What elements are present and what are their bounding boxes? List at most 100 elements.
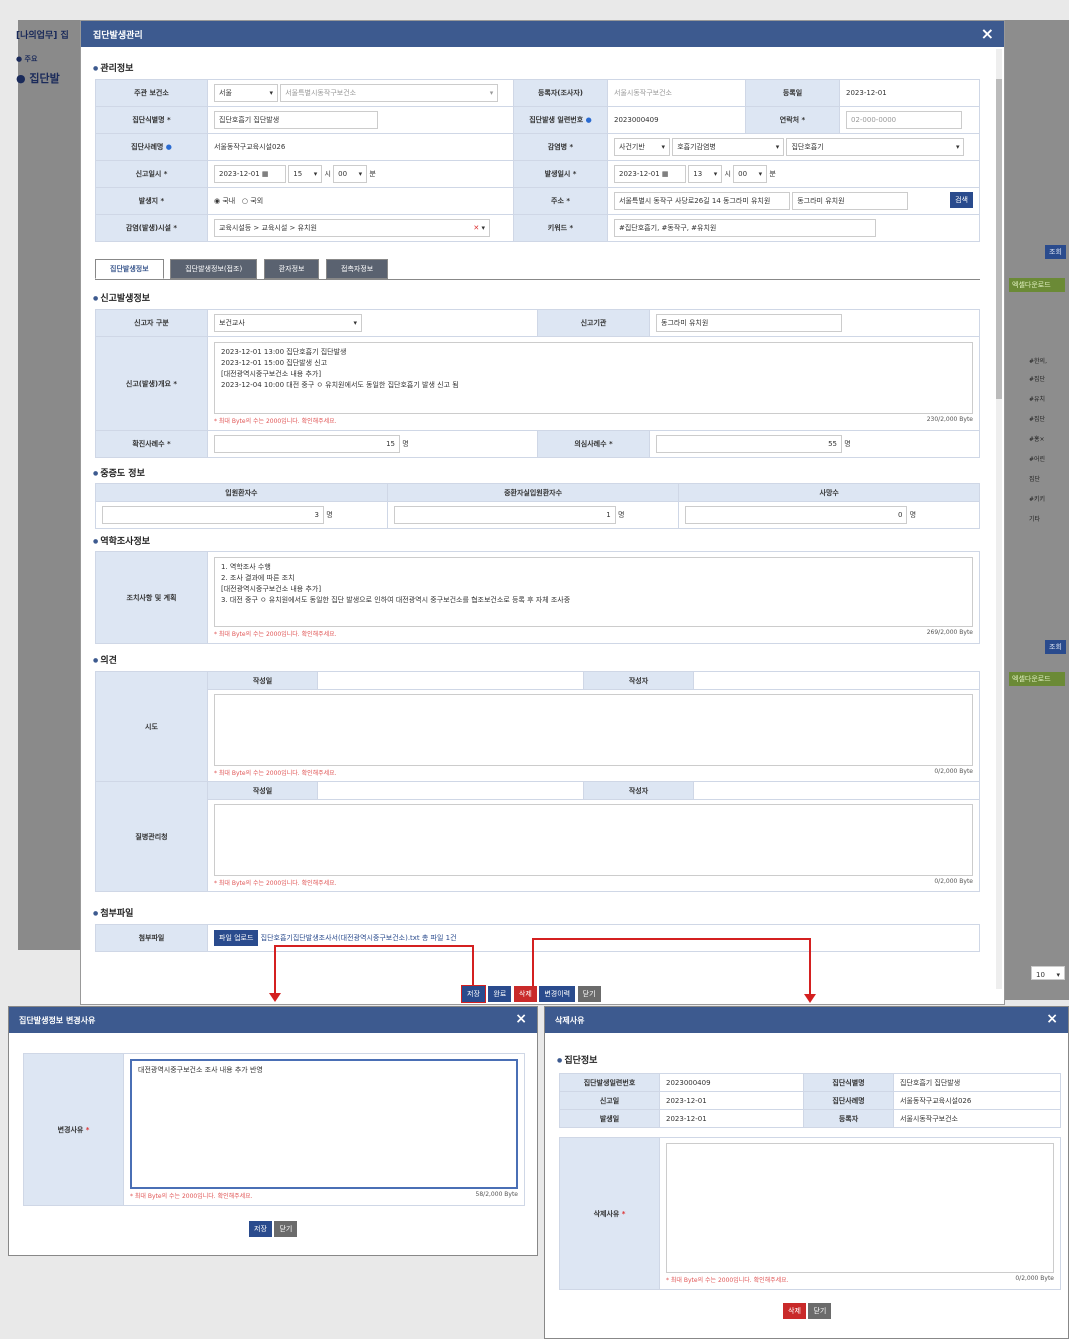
- hour-unit: 시: [324, 170, 331, 178]
- tab-group-info-contact[interactable]: 집단발생정보(접조): [170, 259, 258, 279]
- modal-scrollbar[interactable]: [996, 49, 1002, 989]
- confirmed-input[interactable]: 15: [214, 435, 400, 453]
- address-detail-input[interactable]: 동그라미 유치원: [792, 192, 909, 210]
- origin-label: 발생지 *: [95, 187, 208, 215]
- tab-contact[interactable]: 접촉자정보: [326, 259, 389, 279]
- agency-input[interactable]: 동그라미 유치원: [656, 314, 842, 332]
- history-button[interactable]: 변경이력: [539, 986, 576, 1002]
- inpatient-input[interactable]: 3: [102, 506, 324, 524]
- health-center-select[interactable]: 서울특별시동작구보건소: [280, 84, 499, 102]
- bg-sub: ● 주요: [16, 55, 38, 63]
- file-upload-button[interactable]: 파일 업로드: [214, 930, 259, 946]
- address-input[interactable]: 서울특별시 동작구 사당로26길 14 동그라미 유치원: [614, 192, 790, 210]
- death-input[interactable]: 0: [685, 506, 908, 524]
- change-reason-textarea[interactable]: 대전광역시중구보건소 조사 내용 추가 반영: [130, 1059, 518, 1189]
- delete-reason-textarea[interactable]: [666, 1143, 1054, 1273]
- delete-registrant-value: 서울시동작구보건소: [893, 1109, 1061, 1128]
- delete-occur-value: 2023-12-01: [659, 1109, 804, 1128]
- delete-report-value: 2023-12-01: [659, 1091, 804, 1110]
- facility-select[interactable]: 교육시설등 > 교육시설 > 유치원 ✕ ▾: [214, 219, 490, 237]
- bg-page-size-select[interactable]: 10: [1031, 966, 1065, 980]
- info-icon[interactable]: ●: [586, 116, 592, 124]
- arrow-down-icon: [804, 994, 816, 1003]
- close-icon[interactable]: ×: [515, 1011, 527, 1027]
- group-no-value: 2023000409: [607, 106, 746, 134]
- occur-min-select[interactable]: 00: [733, 165, 768, 183]
- close-button[interactable]: 닫기: [577, 986, 601, 1002]
- bg-search-button[interactable]: 조회: [1045, 245, 1066, 259]
- disease-select-3[interactable]: 집단호흡기: [786, 138, 965, 156]
- bg-row: 기타: [1029, 516, 1041, 523]
- section-report-title: 신고발생정보: [93, 291, 150, 304]
- report-date-input[interactable]: 2023-12-01 ▦: [214, 165, 286, 183]
- delete-button[interactable]: 삭제: [513, 986, 537, 1002]
- health-center-label: 주관 보건소: [95, 79, 208, 107]
- reporter-type-select[interactable]: 보건교사: [214, 314, 362, 332]
- change-save-button[interactable]: 저장: [249, 1221, 272, 1237]
- delete-close-button[interactable]: 닫기: [808, 1303, 832, 1319]
- disease-label: 감염병 *: [513, 133, 608, 161]
- calendar-icon[interactable]: ▦: [662, 170, 669, 178]
- info-icon[interactable]: ●: [166, 143, 172, 151]
- section-opinion-title: 의견: [93, 653, 117, 666]
- case-name-label: 집단사례명 ●: [95, 133, 208, 161]
- summary-textarea[interactable]: 2023-12-01 13:00 집단호흡기 집단발생 2023-12-01 1…: [214, 342, 973, 414]
- bg-excel-button[interactable]: 엑셀다운로드: [1009, 278, 1065, 292]
- inpatient-label: 입원환자수: [95, 483, 388, 502]
- delete-name-value: 집단호흡기 집단발생: [893, 1073, 1061, 1092]
- writer-col-label: 작성자: [583, 671, 694, 690]
- close-icon[interactable]: ×: [981, 24, 994, 43]
- case-name-label-text: 집단사례명: [131, 143, 164, 151]
- group-name-input[interactable]: 집단호흡기 집단발생: [214, 111, 378, 129]
- epi-textarea[interactable]: 1. 역학조사 수행 2. 조사 결과에 따른 조치 [대전광역시중구보건소 내…: [214, 557, 973, 627]
- epi-line: [대전광역시중구보건소 내용 추가]: [221, 585, 322, 593]
- disease-select-1[interactable]: 사건기반: [614, 138, 670, 156]
- mgmt-table: 주관 보건소 서울 서울특별시동작구보건소 등록자(조사자) 서울시동작구보건소…: [95, 79, 980, 242]
- tab-patient[interactable]: 환자정보: [263, 259, 320, 279]
- city-opinion-textarea[interactable]: [214, 694, 973, 766]
- disease-select-2[interactable]: 호흡기감염병: [672, 138, 785, 156]
- contact-input[interactable]: 02-000-0000: [846, 111, 962, 129]
- reg-date-label: 등록일: [745, 79, 840, 107]
- bg-row: #키키: [1029, 496, 1046, 503]
- region-select[interactable]: 서울: [214, 84, 278, 102]
- delete-case-value: 서울동작구교육시설026: [893, 1091, 1061, 1110]
- group-no-label: 집단발생 일련번호 ●: [513, 106, 608, 134]
- unit-label: 명: [617, 511, 625, 519]
- scrollbar-thumb[interactable]: [996, 79, 1002, 399]
- address-search-button[interactable]: 검색: [950, 192, 973, 208]
- bg-search-button-2[interactable]: 조회: [1045, 640, 1066, 654]
- complete-button[interactable]: 완료: [488, 986, 512, 1002]
- tab-group-info[interactable]: 집단발생정보: [95, 259, 164, 279]
- occur-date-input[interactable]: 2023-12-01 ▦: [614, 165, 686, 183]
- arrow-line: [809, 938, 811, 994]
- kdca-opinion-textarea[interactable]: [214, 804, 973, 876]
- occur-date-text: 2023-12-01: [619, 170, 660, 178]
- epi-table: 조치사항 및 계획 1. 역학조사 수행 2. 조사 결과에 따른 조치 [대전…: [95, 551, 980, 644]
- save-button[interactable]: 저장: [461, 985, 486, 1003]
- summary-line: 2023-12-01 15:00 집단발생 신고: [221, 358, 966, 369]
- change-popup-title: 집단발생정보 변경사유: [19, 1016, 96, 1025]
- summary-line: 2023-12-04 10:00 대전 중구 ㅇ 유치원에서도 동일한 집단호흡…: [221, 380, 966, 391]
- bg-excel-button-2[interactable]: 엑셀다운로드: [1009, 672, 1065, 686]
- report-hour-select[interactable]: 15: [288, 165, 323, 183]
- radio-foreign[interactable]: ○ 국외: [242, 197, 263, 205]
- arrow-down-icon: [269, 993, 281, 1002]
- summary-bytes: 230/2,000 Byte: [926, 416, 973, 423]
- file-link[interactable]: 집단호흡기집단발생조사서(대전광역시중구보건소).txt 총 파일 1건: [261, 934, 457, 942]
- radio-domestic[interactable]: ◉ 국내: [214, 197, 235, 205]
- icu-input[interactable]: 1: [393, 506, 616, 524]
- delete-confirm-button[interactable]: 삭제: [783, 1303, 806, 1319]
- keyword-input[interactable]: #집단호흡기, #동작구, #유치원: [614, 219, 876, 237]
- calendar-icon[interactable]: ▦: [262, 170, 269, 178]
- occur-hour-select[interactable]: 13: [688, 165, 723, 183]
- report-min-select[interactable]: 00: [333, 165, 368, 183]
- epi-line: 3. 대전 중구 ㅇ 유치원에서도 동일한 집단 발생으로 인하여 대전광역시 …: [221, 596, 571, 604]
- suspected-input[interactable]: 55: [656, 435, 842, 453]
- bg-row: #한의,: [1029, 358, 1047, 365]
- arrow-line: [472, 945, 474, 985]
- clear-icon[interactable]: ✕: [473, 224, 479, 232]
- tab-bar: 집단발생정보 집단발생정보(접조) 환자정보 접촉자정보: [95, 259, 392, 279]
- change-close-button[interactable]: 닫기: [274, 1221, 298, 1237]
- close-icon[interactable]: ×: [1046, 1011, 1058, 1027]
